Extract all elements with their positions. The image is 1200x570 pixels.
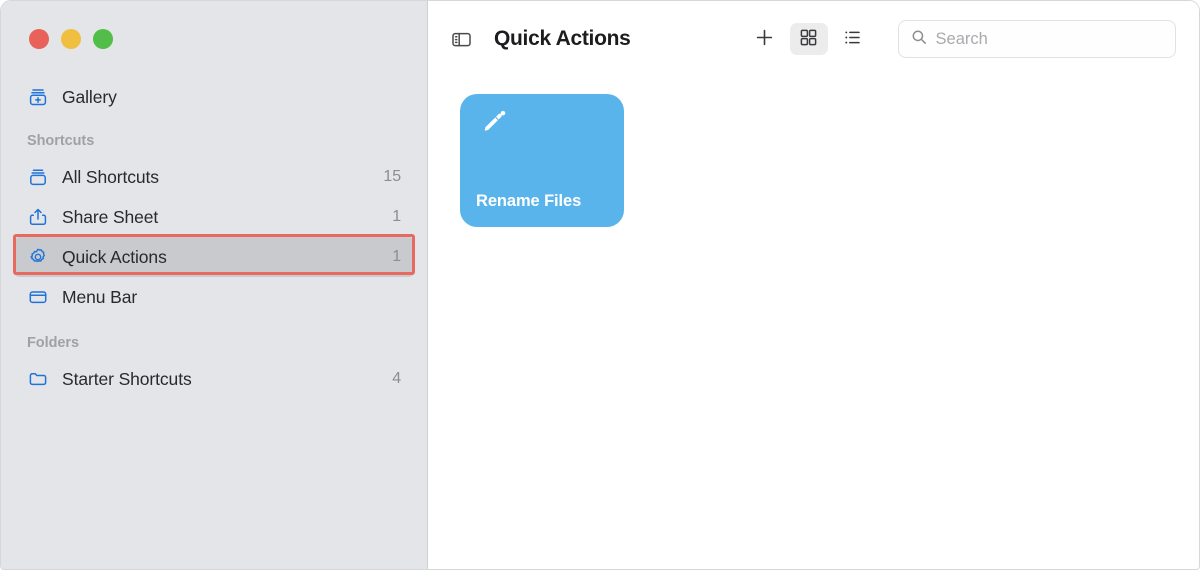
menu-bar-icon <box>27 286 49 308</box>
list-view-icon <box>842 27 863 51</box>
sidebar-item-label: Quick Actions <box>62 246 167 267</box>
toolbar-actions <box>746 23 872 55</box>
minimize-button[interactable] <box>61 29 81 49</box>
add-shortcut-button[interactable] <box>746 23 784 55</box>
search-icon <box>911 29 927 50</box>
sidebar-item-label: Menu Bar <box>62 286 138 307</box>
sidebar-item-all-shortcuts[interactable]: All Shortcuts 15 <box>13 157 415 197</box>
section-header-folders: Folders <box>27 335 80 351</box>
all-shortcuts-icon <box>27 166 49 188</box>
grid-view-icon <box>799 28 818 50</box>
sidebar-item-label: Share Sheet <box>62 206 159 227</box>
sidebar-item-label: All Shortcuts <box>62 166 159 187</box>
main-content: Quick Actions Search Rename Files <box>428 1 1199 569</box>
plus-icon <box>754 27 775 51</box>
sidebar-item-gallery[interactable]: Gallery <box>13 77 415 117</box>
search-field[interactable] <box>897 20 1176 58</box>
shortcut-card-rename-files[interactable]: Rename Files <box>460 94 624 227</box>
folder-icon <box>27 368 49 390</box>
gear-icon <box>27 246 49 268</box>
sidebar-item-menu-bar[interactable]: Menu Bar <box>13 277 415 317</box>
sidebar: Gallery Shortcuts All Shortcuts 15 Share… <box>1 1 428 569</box>
toolbar: Quick Actions <box>428 1 1199 77</box>
sidebar-item-label: Starter Shortcuts <box>62 368 192 389</box>
search-input[interactable] <box>935 29 1163 49</box>
sidebar-item-label: Gallery <box>62 86 117 107</box>
gallery-icon <box>27 86 49 108</box>
sidebar-item-count: 1 <box>392 208 401 225</box>
shortcuts-window: Gallery Shortcuts All Shortcuts 15 Share… <box>0 0 1200 570</box>
sidebar-item-starter-shortcuts[interactable]: Starter Shortcuts 4 <box>13 359 415 399</box>
sidebar-item-count: 4 <box>392 370 401 387</box>
share-sheet-icon <box>27 206 49 228</box>
close-button[interactable] <box>29 29 49 49</box>
shortcuts-grid: Rename Files <box>428 77 1199 227</box>
sidebar-nav: Gallery Shortcuts All Shortcuts 15 Share… <box>1 77 427 399</box>
sidebar-toggle-icon[interactable] <box>446 24 476 54</box>
zoom-button[interactable] <box>93 29 113 49</box>
sidebar-item-share-sheet[interactable]: Share Sheet 1 <box>13 197 415 237</box>
window-controls <box>29 29 113 49</box>
shortcut-card-title: Rename Files <box>476 192 582 211</box>
grid-view-button[interactable] <box>789 23 828 55</box>
sidebar-item-count: 1 <box>392 248 401 265</box>
magic-wand-icon <box>476 108 510 142</box>
section-header-shortcuts: Shortcuts <box>27 133 95 149</box>
list-view-button[interactable] <box>834 23 872 55</box>
sidebar-item-quick-actions[interactable]: Quick Actions 1 <box>13 237 415 277</box>
page-title: Quick Actions <box>494 27 631 50</box>
sidebar-item-count: 15 <box>383 168 401 185</box>
